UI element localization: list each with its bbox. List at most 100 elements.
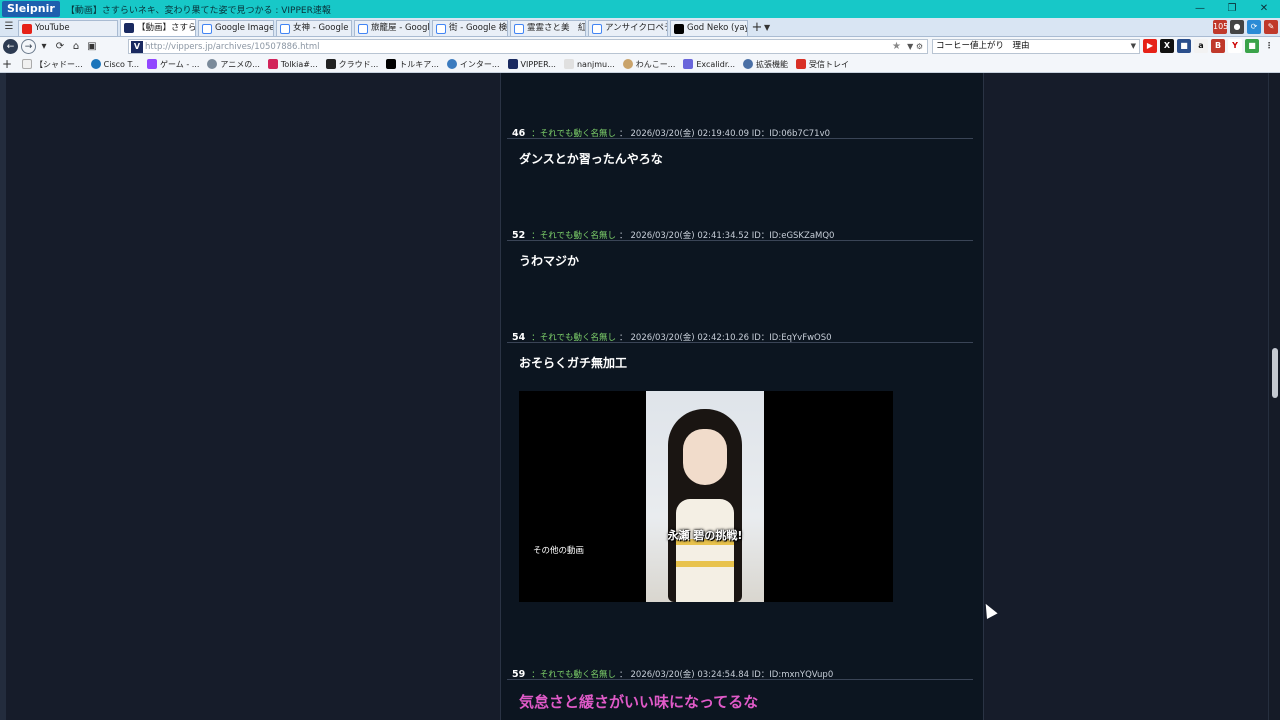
bookmark-item[interactable]: Tolkia#... — [267, 59, 318, 69]
tab-8[interactable]: God Neko (yaye... — [670, 20, 748, 36]
scrollbar-thumb[interactable] — [1272, 348, 1278, 398]
bookmark-item[interactable]: Excalidr... — [683, 59, 735, 69]
post-separator: ： — [618, 670, 628, 680]
webex-icon — [90, 59, 101, 69]
bookmark-icon — [622, 59, 633, 69]
embedded-video[interactable]: その他の動画 永瀬 碧の挑戦! — [519, 391, 893, 602]
bookmark-icon — [267, 59, 278, 69]
bookmark-item[interactable]: インター... — [446, 59, 500, 70]
bookmark-item[interactable]: nanjmu... — [563, 59, 615, 69]
home-icon[interactable]: ⌂ — [68, 41, 84, 52]
extension-icon[interactable]: ■ — [1245, 39, 1259, 53]
vipper-icon — [124, 23, 134, 33]
star-icon[interactable]: ★ — [892, 41, 901, 52]
tab-2[interactable]: Google Image R... — [198, 20, 274, 36]
post-body: うわマジか — [519, 254, 580, 268]
excalidraw-icon — [683, 59, 694, 69]
tab-7[interactable]: アンサイクロペディ... — [588, 20, 668, 36]
left-edge — [0, 73, 6, 720]
video-side-label[interactable]: その他の動画 — [533, 544, 584, 556]
google-icon — [592, 23, 602, 34]
post-author: ：それでも動く名無し — [531, 129, 616, 139]
forward-icon[interactable]: → — [21, 39, 36, 54]
post-number[interactable]: 54 — [512, 332, 525, 343]
tab-0[interactable]: YouTube — [18, 20, 118, 36]
bookmark-icon — [446, 59, 457, 69]
article-column: 46 ：それでも動く名無し： 2026/03/20(金) 02:19:40.09 I… — [500, 73, 984, 720]
yahoo-icon[interactable]: Y — [1228, 39, 1242, 53]
bookmark-item[interactable]: アニメの... — [207, 59, 260, 70]
bookmark-item[interactable]: 拡張機能 — [743, 59, 788, 70]
post-id-label: ID： — [751, 333, 770, 343]
bookmark-item[interactable]: ゲーム - ... — [147, 59, 199, 70]
tab-5[interactable]: 街 - Google 検索 — [432, 20, 508, 36]
refresh-extension-icon[interactable]: ⟳ — [1247, 20, 1261, 34]
post-header: 59 ：それでも動く名無し： 2026/03/20(金) 03:24:54.84 I… — [507, 668, 973, 680]
chevron-down-icon[interactable]: ▼ ⚙ — [907, 42, 923, 51]
post-date: 2026/03/20(金) 03:24:54.84 — [630, 670, 750, 680]
ghost-icon[interactable]: ● — [1230, 20, 1244, 34]
post-separator: ： — [618, 231, 628, 241]
edit-extension-icon[interactable]: ✎ — [1264, 20, 1278, 34]
vipper-icon — [507, 59, 518, 69]
restore-icon[interactable]: ❐ — [1216, 0, 1248, 18]
post-id[interactable]: ID:06b7C71v0 — [769, 129, 830, 139]
new-tab-icon[interactable]: + — [750, 20, 764, 36]
chevron-down-icon[interactable]: ▼ — [1131, 40, 1136, 53]
calendar-icon[interactable]: 105 — [1213, 20, 1228, 34]
add-bookmark-icon[interactable]: + — [0, 57, 14, 71]
x-icon[interactable]: X — [1160, 39, 1174, 53]
post-body: 気怠さと緩さがいい味になってるな — [519, 693, 759, 711]
bookmark-item[interactable]: クラウド... — [325, 59, 378, 70]
niconico-icon[interactable]: ■ — [1177, 39, 1191, 53]
sweater-stripe — [676, 561, 734, 567]
url-text[interactable]: http://vippers.jp/archives/10507886.html — [145, 42, 320, 52]
page-content: 46 ：それでも動く名無し： 2026/03/20(金) 02:19:40.09 I… — [0, 73, 1280, 720]
tab-4[interactable]: 旅籠屋 - Googl... — [354, 20, 430, 36]
tab-1[interactable]: 【動画】さすらいネ... — [120, 19, 196, 36]
history-dropdown-icon[interactable]: ▾ — [36, 41, 52, 52]
bookmark-item[interactable]: VIPPER... — [507, 59, 556, 69]
post-id[interactable]: ID:mxnYQVup0 — [769, 670, 833, 680]
bookmark-item[interactable]: 受信トレイ — [796, 59, 849, 70]
bookmark-item[interactable]: 【シャドー... — [22, 59, 83, 70]
vertical-scrollbar[interactable] — [1268, 73, 1280, 720]
title-bar: Sleipnir 【動画】さすらいネキ、変わり果てた姿で見つかる : VIPPE… — [0, 0, 1280, 18]
post-number[interactable]: 52 — [512, 230, 525, 241]
close-icon[interactable]: ✕ — [1248, 0, 1280, 18]
post-id[interactable]: ID:EqYvFwOS0 — [769, 333, 831, 343]
post-date: 2026/03/20(金) 02:41:34.52 — [630, 231, 750, 241]
tab-list-icon[interactable]: ☰ — [0, 18, 18, 36]
thumbnail-sweater — [676, 499, 734, 602]
twitch-icon — [147, 59, 158, 69]
bookmark-item[interactable]: トルキア... — [386, 59, 439, 70]
youtube-icon[interactable]: ▶ — [1143, 39, 1157, 53]
bookmark-item[interactable]: Cisco T... — [90, 59, 139, 69]
chevron-down-icon[interactable]: ▼ — [764, 20, 776, 36]
post-header: 46 ：それでも動く名無し： 2026/03/20(金) 02:19:40.09 I… — [507, 127, 973, 139]
post-number[interactable]: 59 — [512, 669, 525, 680]
post-id[interactable]: ID:eGSKZaMQ0 — [769, 231, 834, 241]
reload-icon[interactable]: ⟳ — [52, 41, 68, 52]
window-title: 【動画】さすらいネキ、変わり果てた姿で見つかる : VIPPER速報 — [65, 5, 331, 16]
page-icon[interactable]: ▣ — [84, 41, 100, 52]
post-body: おそらくガチ無加工 — [519, 356, 628, 370]
menu-icon[interactable]: ⋮ — [1262, 39, 1276, 53]
amazon-icon[interactable]: a — [1194, 39, 1208, 53]
tab-6[interactable]: 霊霊さと美 紅... — [510, 20, 586, 36]
post-number[interactable]: 46 — [512, 128, 525, 139]
google-icon — [514, 23, 524, 34]
app-menu-button[interactable]: Sleipnir — [2, 1, 60, 17]
search-value[interactable]: コーヒー値上がり 理由 — [936, 41, 1030, 51]
post-header: 54 ：それでも動く名無し： 2026/03/20(金) 02:42:10.26 I… — [507, 331, 973, 343]
minimize-icon[interactable]: — — [1184, 0, 1216, 18]
tab-3[interactable]: 女神 - Google ... — [276, 20, 352, 36]
thumbnail-face — [683, 429, 727, 485]
back-icon[interactable]: ← — [3, 39, 18, 54]
vipper-icon: V — [131, 40, 143, 53]
search-input[interactable]: コーヒー値上がり 理由 ▼ — [932, 39, 1140, 54]
address-bar[interactable]: V http://vippers.jp/archives/10507886.ht… — [128, 39, 928, 54]
video-thumbnail[interactable]: 永瀬 碧の挑戦! — [646, 391, 764, 602]
bookmark-b-icon[interactable]: B — [1211, 39, 1225, 53]
bookmark-item[interactable]: わんこー... — [622, 59, 675, 70]
